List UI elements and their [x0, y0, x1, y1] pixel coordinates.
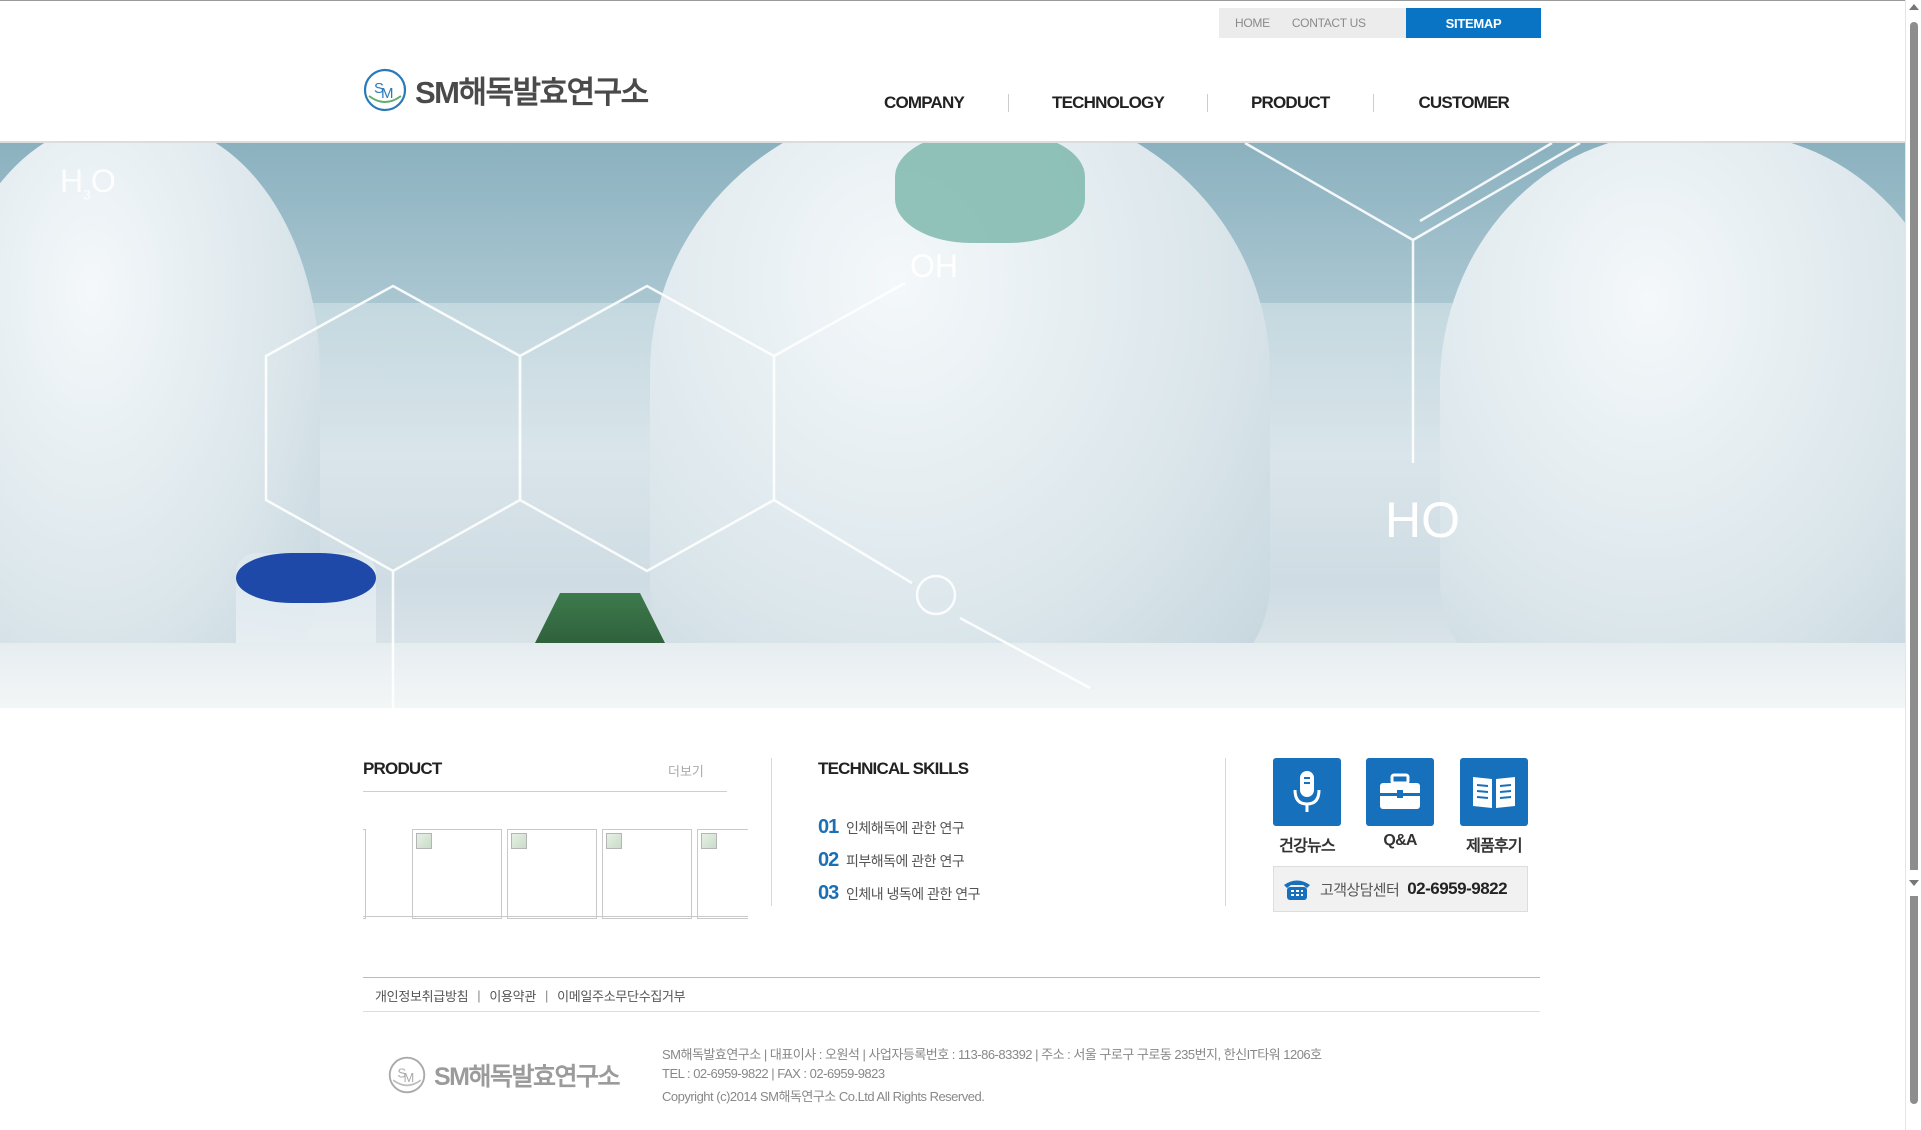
footer-logo: S M SM해독발효연구소 — [388, 1056, 621, 1094]
vertical-scrollbar[interactable] — [1905, 0, 1921, 1130]
skill-number: 03 — [818, 882, 839, 904]
site-logo[interactable]: S M SM해독발효연구소 — [363, 67, 649, 112]
svg-text:M: M — [381, 85, 394, 102]
logo-mark-icon: S M — [388, 1056, 426, 1094]
logo-text: SM해독발효연구소 — [415, 75, 649, 110]
quick-label: Q&A — [1383, 832, 1417, 849]
footer-link-separator: | — [477, 988, 481, 1003]
utility-bar: HOME CONTACT US SITEMAP — [1219, 8, 1541, 38]
call-center-number: 02-6959-9822 — [1407, 879, 1508, 898]
skill-text: 피부해독에 관한 연구 — [846, 852, 965, 869]
email-refusal-link[interactable]: 이메일주소무단수집거부 — [557, 986, 686, 1005]
skill-item[interactable]: 01 인체해독에 관한 연구 — [818, 811, 980, 844]
nav-product[interactable]: PRODUCT — [1251, 93, 1330, 113]
formula-text: H — [60, 163, 84, 199]
formula-text-end: O — [90, 163, 116, 199]
skills-list: 01 인체해독에 관한 연구 02 피부해독에 관한 연구 03 인체내 냉독에… — [818, 811, 980, 910]
skill-number: 02 — [818, 849, 839, 871]
molecule-structure — [264, 143, 1581, 708]
hero-label-ho: HO — [1385, 492, 1460, 548]
section-divider — [771, 758, 772, 906]
svg-text:M: M — [404, 1070, 415, 1085]
skill-text: 인체내 냉독에 관한 연구 — [846, 885, 980, 902]
footer-divider-bottom — [363, 1011, 1540, 1012]
page: HOME CONTACT US SITEMAP S M SM해독발효연구소 CO… — [0, 0, 1905, 1130]
microphone-icon — [1273, 758, 1341, 826]
broken-image-icon — [701, 833, 717, 849]
nav-divider — [1206, 94, 1208, 112]
nav-divider — [1373, 94, 1375, 112]
contact-info: TEL : 02-6959-9822 | FAX : 02-6959-9823 — [662, 1066, 885, 1081]
call-center-box[interactable]: 고객상담센터 02-6959-9822 — [1273, 866, 1528, 912]
skill-item[interactable]: 03 인체내 냉독에 관한 연구 — [818, 877, 980, 910]
skill-number: 01 — [818, 816, 839, 838]
quick-reviews[interactable]: 제품후기 — [1460, 758, 1528, 856]
section-divider — [1225, 758, 1226, 906]
sitemap-link[interactable]: SITEMAP — [1406, 8, 1541, 38]
product-title: PRODUCT — [363, 759, 442, 778]
scroll-down-icon[interactable] — [1909, 880, 1919, 886]
skill-text: 인체해독에 관한 연구 — [846, 819, 965, 836]
footer-links: 개인정보취급방침 | 이용약관 | 이메일주소무단수집거부 — [375, 986, 686, 1005]
nav-technology[interactable]: TECHNOLOGY — [1052, 93, 1165, 113]
hero-label-oh: OH — [910, 248, 958, 284]
contact-us-link[interactable]: CONTACT US — [1292, 16, 1366, 30]
footer-logo-text: SM해독발효연구소 — [434, 1063, 621, 1091]
copyright: Copyright (c)2014 SM해독연구소 Co.Ltd All Rig… — [662, 1089, 985, 1104]
company-info: SM해독발효연구소 | 대표이사 : 오원석 | 사업자등록번호 : 113-8… — [662, 1047, 1322, 1062]
quick-label: 건강뉴스 — [1279, 838, 1335, 855]
product-more-link[interactable]: 더보기 — [668, 761, 704, 780]
terms-link[interactable]: 이용약관 — [489, 986, 536, 1005]
quick-label: 제품후기 — [1466, 838, 1522, 855]
formula-sub: 3 — [83, 186, 91, 203]
broken-image-icon — [606, 833, 622, 849]
nav-divider — [1008, 94, 1010, 112]
footer-divider-top — [363, 977, 1540, 978]
call-center-label: 고객상담센터 — [1320, 881, 1400, 899]
thumb-strip-base — [363, 897, 748, 917]
scrollbar-thumb[interactable] — [1910, 22, 1918, 1104]
product-divider — [363, 791, 727, 792]
scroll-up-icon[interactable] — [1909, 4, 1919, 10]
skills-title: TECHNICAL SKILLS — [818, 759, 969, 778]
nav-customer[interactable]: CUSTOMER — [1418, 93, 1509, 113]
broken-image-icon — [511, 833, 527, 849]
telephone-icon — [1282, 876, 1312, 902]
footer-link-separator: | — [545, 988, 549, 1003]
logo-mark-icon: S M — [363, 68, 407, 112]
quick-health-news[interactable]: 건강뉴스 — [1273, 758, 1341, 856]
book-icon — [1460, 758, 1528, 826]
home-link[interactable]: HOME — [1235, 16, 1270, 30]
hero-formula: H3O — [60, 163, 116, 202]
broken-image-icon — [416, 833, 432, 849]
skill-item[interactable]: 02 피부해독에 관한 연구 — [818, 844, 980, 877]
quick-qna[interactable]: Q&A — [1366, 758, 1434, 850]
footer-info: SM해독발효연구소 | 대표이사 : 오원석 | 사업자등록번호 : 113-8… — [662, 1045, 1322, 1106]
hero-banner: H3O OH HO — [0, 143, 1905, 708]
privacy-policy-link[interactable]: 개인정보취급방침 — [375, 986, 469, 1005]
briefcase-icon — [1366, 758, 1434, 826]
main-nav: COMPANY TECHNOLOGY PRODUCT CUSTOMER — [860, 93, 1510, 113]
nav-company[interactable]: COMPANY — [884, 93, 965, 113]
